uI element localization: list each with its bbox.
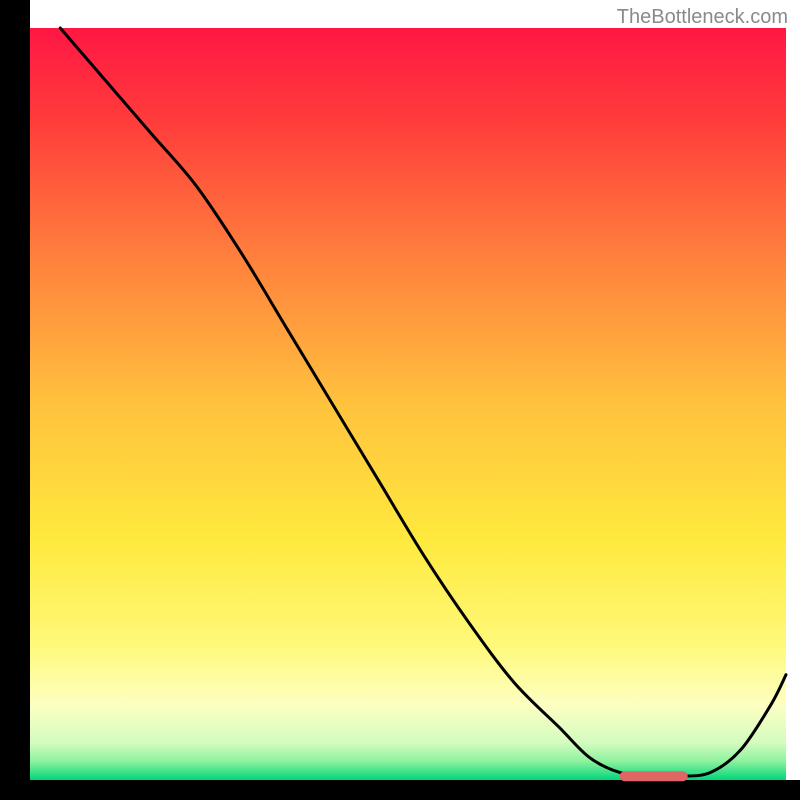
plot-background: [30, 28, 786, 780]
y-axis-bar: [0, 0, 30, 800]
optimal-zone-marker: [620, 771, 688, 781]
chart-svg: [0, 0, 800, 800]
x-axis-bar: [0, 780, 800, 800]
bottleneck-chart: TheBottleneck.com: [0, 0, 800, 800]
watermark-label: TheBottleneck.com: [617, 6, 788, 29]
